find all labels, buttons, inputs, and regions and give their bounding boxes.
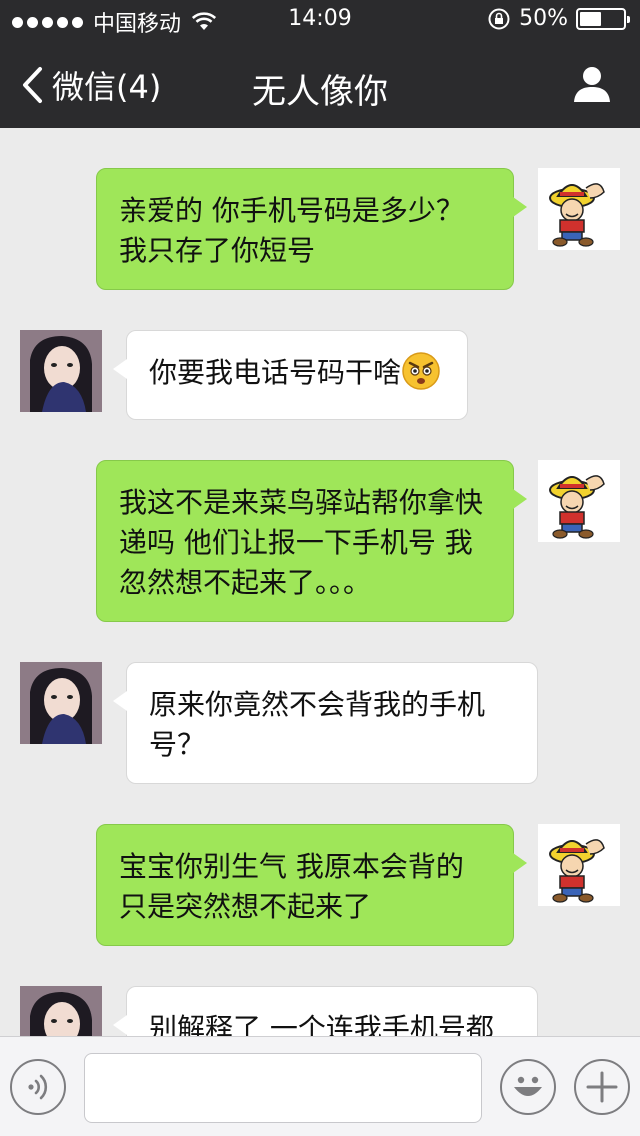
message-text: 原来你竟然不会背我的手机号？	[149, 688, 486, 761]
angry-face-emoji	[402, 352, 440, 390]
rotation-lock-icon	[488, 8, 510, 29]
contact-avatar[interactable]	[20, 330, 102, 412]
message-bubble-outgoing[interactable]: 我这不是来菜鸟驿站帮你拿快递吗 他们让报一下手机号 我忽然想不起来了。。。	[96, 460, 527, 622]
my-avatar[interactable]	[538, 460, 620, 542]
voice-button[interactable]	[10, 1059, 66, 1115]
status-bar: 中国移动 14:09 50%	[0, 0, 640, 40]
message-bubble-incoming[interactable]: 你要我电话号码干啥	[113, 330, 468, 420]
plus-button[interactable]	[574, 1059, 630, 1115]
battery-fill	[580, 11, 601, 26]
voice-icon	[28, 1074, 48, 1100]
girl-photo-avatar-icon	[20, 330, 102, 412]
emoji-button[interactable]	[500, 1059, 556, 1115]
battery-icon	[576, 7, 630, 30]
cartoon-pirate-avatar-icon	[538, 824, 620, 906]
girl-photo-avatar-icon	[20, 986, 102, 1036]
plus-icon	[586, 1071, 618, 1103]
battery-percent: 50%	[519, 6, 568, 31]
input-bar	[0, 1036, 640, 1136]
message-text: 亲爱的 你手机号码是多少？我只存了你短号	[119, 194, 464, 267]
person-icon[interactable]	[572, 64, 612, 104]
nav-bar: 微信(4) 无人像你	[0, 40, 640, 128]
cartoon-pirate-avatar-icon	[538, 460, 620, 542]
message-input[interactable]	[84, 1053, 482, 1123]
cartoon-pirate-avatar-icon	[538, 168, 620, 250]
emoji-icon	[514, 1076, 542, 1096]
message-text: 别解释了 一个连我手机号都	[149, 1012, 494, 1036]
message-bubble-outgoing[interactable]: 亲爱的 你手机号码是多少？我只存了你短号	[96, 168, 527, 290]
contact-avatar[interactable]	[20, 662, 102, 744]
my-avatar[interactable]	[538, 824, 620, 906]
status-right: 50%	[487, 6, 630, 31]
back-label: 微信(4)	[52, 68, 162, 106]
message-text: 我这不是来菜鸟驿站帮你拿快递吗 他们让报一下手机号 我忽然想不起来了。。。	[119, 486, 484, 599]
contact-avatar[interactable]	[20, 986, 102, 1036]
message-bubble-incoming[interactable]: 别解释了 一个连我手机号都	[113, 986, 538, 1036]
message-text: 你要我电话号码干啥	[149, 356, 402, 389]
message-bubble-outgoing[interactable]: 宝宝你别生气 我原本会背的只是突然想不起来了	[96, 824, 527, 946]
girl-photo-avatar-icon	[20, 662, 102, 744]
message-bubble-incoming[interactable]: 原来你竟然不会背我的手机号？	[113, 662, 538, 784]
back-button[interactable]: 微信(4)	[20, 62, 161, 108]
message-text: 宝宝你别生气 我原本会背的只是突然想不起来了	[119, 850, 464, 923]
chat-area[interactable]: 亲爱的 你手机号码是多少？我只存了你短号 你要我电话号码干啥 我这不是来菜鸟驿站…	[0, 128, 640, 1036]
chevron-left-icon	[23, 67, 42, 103]
my-avatar[interactable]	[538, 168, 620, 250]
